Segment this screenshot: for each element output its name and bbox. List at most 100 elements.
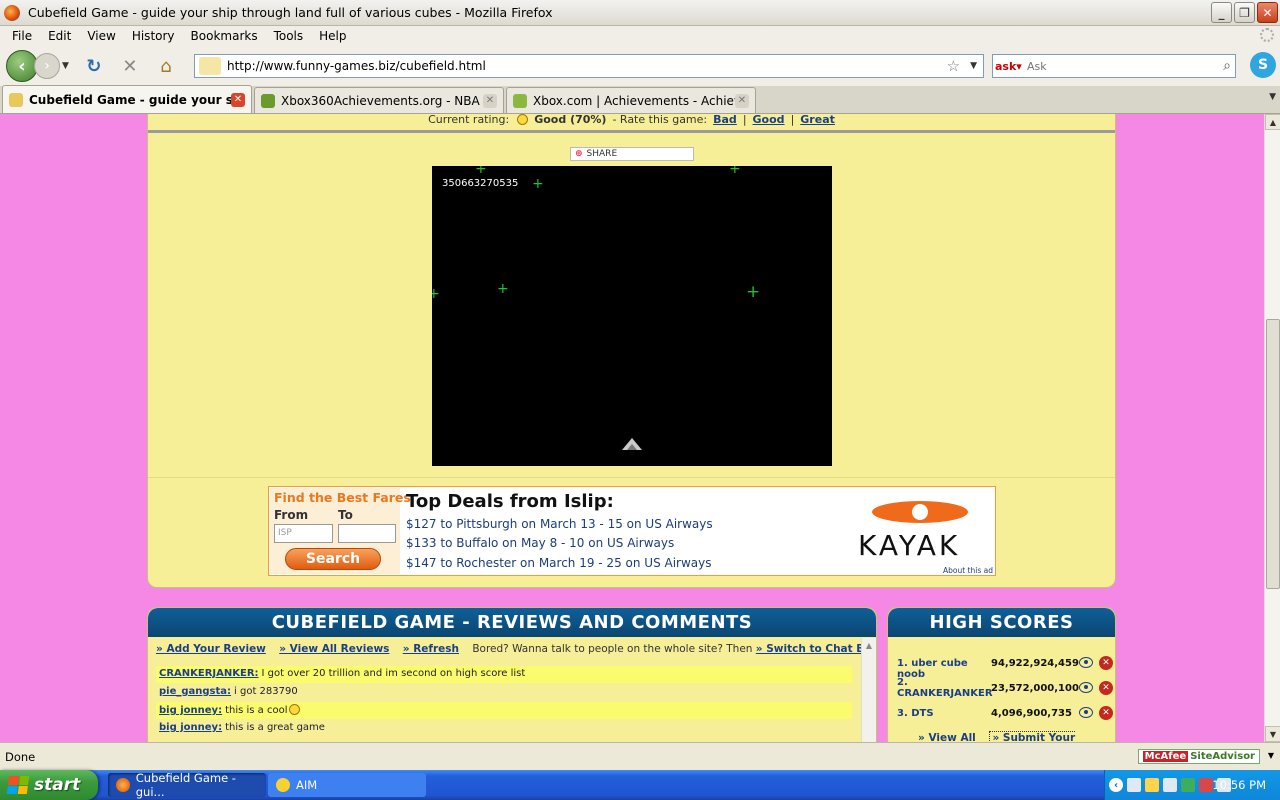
menu-file[interactable]: File bbox=[4, 29, 40, 43]
forward-button[interactable]: › bbox=[34, 53, 60, 79]
deals-title: Top Deals from Islip: bbox=[406, 491, 614, 512]
from-label: From bbox=[274, 508, 309, 522]
high-scores-panel: HIGH SCORES 1. uber cube noob 94,922,924… bbox=[887, 607, 1116, 742]
menu-view[interactable]: View bbox=[79, 29, 123, 43]
home-icon[interactable]: ⌂ bbox=[155, 55, 177, 77]
to-label: To bbox=[338, 508, 353, 522]
high-score-name-link[interactable]: 3. DTS bbox=[897, 708, 989, 719]
view-eye-icon[interactable] bbox=[1079, 657, 1093, 668]
tab-cubefield[interactable]: Cubefield Game - guide your ship... ✕ bbox=[2, 85, 252, 113]
comment-user-link[interactable]: CRANKERJANKER: bbox=[159, 668, 259, 679]
comment-user-link[interactable]: big jonney: bbox=[159, 705, 222, 716]
view-all-reviews-link[interactable]: » View All Reviews bbox=[279, 643, 389, 655]
delete-icon[interactable]: ✕ bbox=[1099, 706, 1113, 720]
scroll-down-icon[interactable]: ▼ bbox=[1265, 726, 1280, 742]
network-icon[interactable] bbox=[1127, 778, 1141, 792]
to-field[interactable] bbox=[338, 524, 396, 543]
monitor-icon[interactable] bbox=[1163, 778, 1177, 792]
stop-icon[interactable]: ✕ bbox=[119, 55, 141, 77]
comments-scrollbar[interactable]: ▲ bbox=[861, 638, 876, 742]
tab-close-icon[interactable]: ✕ bbox=[735, 93, 749, 108]
deal-link[interactable]: $133 to Buffalo on May 8 - 10 on US Airw… bbox=[406, 536, 674, 550]
tab-close-icon[interactable]: ✕ bbox=[231, 92, 245, 107]
tray-collapse-icon[interactable]: ‹ bbox=[1109, 778, 1123, 792]
taskbar-item-label: AIM bbox=[296, 778, 318, 792]
about-ad-link[interactable]: About this ad bbox=[943, 566, 993, 575]
skype-icon[interactable]: S bbox=[1250, 52, 1276, 78]
rate-good-link[interactable]: Good bbox=[753, 114, 785, 126]
cube-marker: + bbox=[729, 166, 741, 177]
list-all-tabs-icon[interactable]: ▼ bbox=[1269, 92, 1276, 102]
cube-marker: + bbox=[475, 166, 487, 177]
game-score: 350663270535 bbox=[442, 178, 519, 189]
cube-marker: + bbox=[497, 281, 509, 297]
messenger-icon[interactable] bbox=[1181, 778, 1195, 792]
tab-xbox360achievements[interactable]: Xbox360Achievements.org - NBA Live ... ✕ bbox=[254, 87, 504, 113]
refresh-link[interactable]: » Refresh bbox=[403, 643, 459, 655]
status-text: Done bbox=[5, 749, 36, 764]
minimize-button[interactable]: _ bbox=[1211, 2, 1232, 23]
tab-xbox-com[interactable]: Xbox.com | Achievements - Achieveme... ✕ bbox=[506, 87, 756, 113]
rate-game-label: - Rate this game: bbox=[612, 114, 708, 126]
taskbar-item-firefox[interactable]: Cubefield Game - gui... bbox=[108, 771, 266, 799]
menu-edit[interactable]: Edit bbox=[40, 29, 79, 43]
deal-link[interactable]: $147 to Rochester on March 19 - 25 on US… bbox=[406, 556, 712, 570]
menu-tools[interactable]: Tools bbox=[266, 29, 312, 43]
reload-icon[interactable]: ↻ bbox=[83, 55, 105, 77]
mcafee-siteadvisor-button[interactable]: McAfee SiteAdvisor bbox=[1137, 749, 1260, 764]
page-viewport: Current rating: Good (70%) - Rate this g… bbox=[0, 114, 1264, 742]
share-button[interactable]: ⊕ SHARE bbox=[570, 147, 694, 161]
high-score-name-link[interactable]: 2. CRANKERJANKER bbox=[897, 677, 993, 699]
view-all-scores-link[interactable]: » View All bbox=[918, 732, 976, 742]
status-dropdown-icon[interactable]: ▼ bbox=[1268, 751, 1274, 760]
flag-icon[interactable] bbox=[1199, 778, 1213, 792]
taskbar-item-aim[interactable]: AIM bbox=[268, 773, 426, 797]
switch-to-chat-link[interactable]: » Switch to Chat Box bbox=[756, 643, 876, 655]
site-identity-icon[interactable] bbox=[199, 57, 221, 75]
comment-row: pie_gangsta: i got 283790 bbox=[156, 684, 852, 701]
scroll-up-icon[interactable]: ▲ bbox=[862, 638, 876, 652]
fares-search-button[interactable]: Search bbox=[285, 548, 381, 570]
page-scrollbar[interactable]: ▲ ▼ bbox=[1264, 114, 1280, 742]
scroll-up-icon[interactable]: ▲ bbox=[1265, 114, 1280, 130]
url-text[interactable]: http://www.funny-games.biz/cubefield.htm… bbox=[227, 59, 947, 73]
game-canvas[interactable]: 350663270535 + + + + + + bbox=[432, 166, 832, 466]
deal-price: $127 bbox=[406, 517, 437, 531]
close-window-button[interactable]: ✕ bbox=[1257, 2, 1278, 23]
tab-favicon-icon bbox=[9, 92, 23, 107]
start-button[interactable]: start bbox=[0, 770, 98, 800]
menu-bookmarks[interactable]: Bookmarks bbox=[183, 29, 266, 43]
url-dropdown-icon[interactable]: ▼ bbox=[970, 61, 977, 71]
search-bar[interactable]: ask▾ ⌕ bbox=[992, 54, 1236, 78]
comment-user-link[interactable]: pie_gangsta: bbox=[159, 686, 231, 697]
delete-icon[interactable]: ✕ bbox=[1099, 656, 1113, 670]
security-alert-icon[interactable] bbox=[1145, 778, 1159, 792]
comment-row: big jonney: this is a cool bbox=[156, 702, 852, 719]
deal-link[interactable]: $127 to Pittsburgh on March 13 - 15 on U… bbox=[406, 517, 713, 531]
rate-great-link[interactable]: Great bbox=[800, 114, 835, 126]
search-icon[interactable]: ⌕ bbox=[1223, 58, 1231, 74]
url-bar[interactable]: http://www.funny-games.biz/cubefield.htm… bbox=[194, 54, 984, 78]
scroll-thumb[interactable] bbox=[1266, 319, 1280, 589]
search-input[interactable] bbox=[1027, 59, 1224, 73]
tab-close-icon[interactable]: ✕ bbox=[483, 93, 497, 108]
smiley-icon bbox=[517, 114, 529, 125]
history-dropdown-icon[interactable]: ▼ bbox=[62, 61, 69, 71]
comment-user-link[interactable]: big jonney: bbox=[159, 722, 222, 733]
navigation-toolbar: ‹ › ▼ ↻ ✕ ⌂ http://www.funny-games.biz/c… bbox=[0, 46, 1280, 86]
status-bar: Done McAfee SiteAdvisor ▼ bbox=[0, 742, 1280, 770]
rate-bad-link[interactable]: Bad bbox=[713, 114, 737, 126]
view-eye-icon[interactable] bbox=[1079, 707, 1093, 718]
maximize-button[interactable]: ❐ bbox=[1234, 2, 1255, 23]
taskbar-item-label: Cubefield Game - gui... bbox=[135, 771, 236, 799]
view-eye-icon[interactable] bbox=[1079, 682, 1093, 693]
from-field[interactable]: ISP bbox=[274, 524, 333, 543]
add-review-link[interactable]: » Add Your Review bbox=[156, 643, 266, 655]
rating-current-label: Current rating: bbox=[428, 114, 510, 126]
kayak-ad[interactable]: Find the Best Fares From To ISP Search T… bbox=[268, 486, 996, 576]
menu-help[interactable]: Help bbox=[311, 29, 354, 43]
delete-icon[interactable]: ✕ bbox=[1099, 681, 1113, 695]
menu-history[interactable]: History bbox=[124, 29, 183, 43]
search-engine-icon[interactable]: ask▾ bbox=[995, 57, 1023, 75]
bookmark-star-icon[interactable]: ☆ bbox=[947, 57, 960, 75]
